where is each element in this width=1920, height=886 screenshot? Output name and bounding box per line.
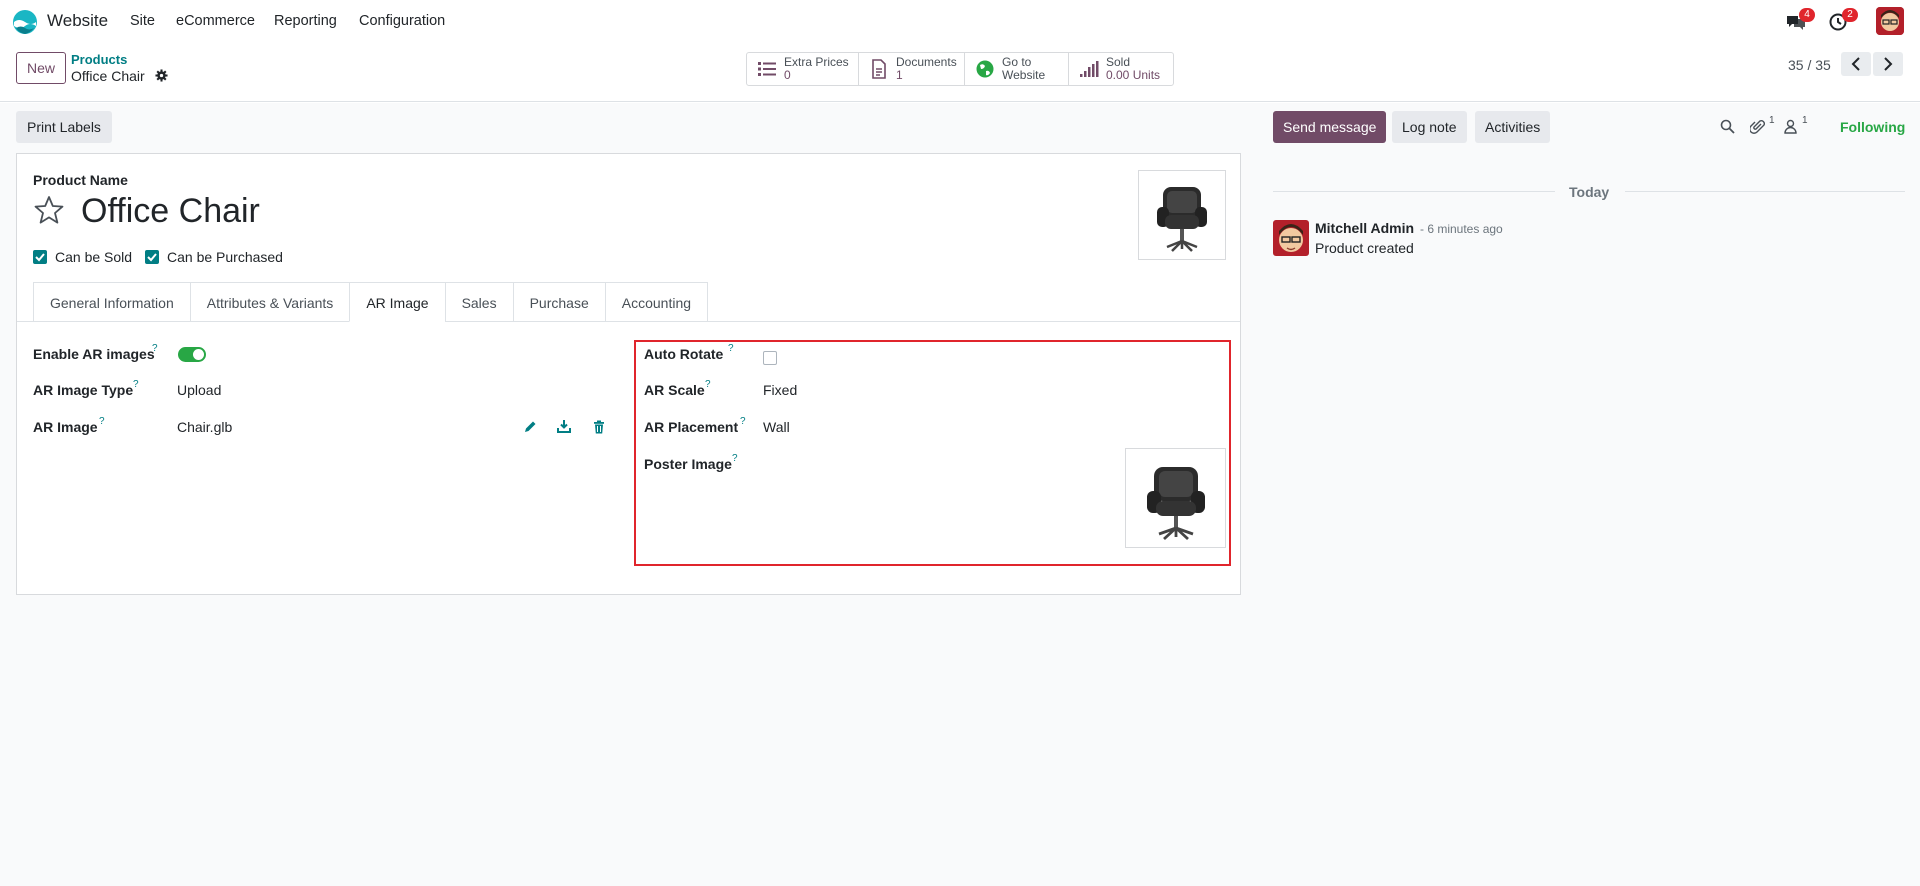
breadcrumb-products[interactable]: Products [71, 52, 127, 67]
tab-ar-image[interactable]: AR Image [349, 282, 446, 322]
log-note-button[interactable]: Log note [1392, 111, 1467, 143]
product-name-value[interactable]: Office Chair [81, 192, 260, 231]
main-area: Print Labels Product Name Office Chair C… [0, 103, 1920, 886]
ar-image-type-value[interactable]: Upload [177, 382, 221, 398]
globe-icon [976, 60, 994, 78]
followers-count: 1 [1802, 115, 1808, 126]
pager-previous-button[interactable] [1841, 52, 1871, 76]
ar-scale-label: AR Scale [644, 382, 705, 398]
smart-button-go-to-website[interactable]: Go to Website [965, 53, 1069, 85]
menu-site[interactable]: Site [130, 13, 155, 29]
follower-icon[interactable] [1783, 119, 1798, 134]
trash-icon[interactable] [592, 420, 606, 434]
help-tooltip-icon[interactable]: ? [99, 416, 105, 427]
menu-ecommerce[interactable]: eCommerce [176, 13, 255, 29]
smart-value: 1 [896, 68, 903, 82]
help-tooltip-icon[interactable]: ? [740, 416, 746, 427]
attachments-count: 1 [1769, 115, 1775, 126]
app-name[interactable]: Website [47, 11, 108, 31]
breadcrumb-current: Office Chair [71, 68, 145, 84]
date-separator: Today [1569, 184, 1610, 200]
author-avatar[interactable] [1273, 220, 1309, 256]
bar-chart-icon [1080, 61, 1099, 77]
menu-reporting[interactable]: Reporting [274, 13, 337, 29]
can-be-sold-label[interactable]: Can be Sold [55, 249, 132, 265]
new-button[interactable]: New [16, 52, 66, 84]
message-author[interactable]: Mitchell Admin [1315, 220, 1414, 236]
website-app-logo-icon[interactable] [12, 9, 38, 35]
check-icon [35, 253, 45, 262]
smart-buttons: Extra Prices 0 Documents 1 Go to Website So… [746, 52, 1174, 86]
message-body: Product created [1315, 240, 1414, 256]
document-icon [872, 59, 886, 79]
auto-rotate-label: Auto Rotate [644, 346, 724, 362]
smart-label: Documents [896, 55, 957, 69]
help-tooltip-icon[interactable]: ? [732, 453, 738, 464]
product-name-label: Product Name [33, 172, 128, 188]
poster-image[interactable] [1125, 448, 1226, 548]
star-icon[interactable] [33, 194, 65, 226]
gear-icon[interactable] [155, 69, 168, 82]
smart-button-extra-prices[interactable]: Extra Prices 0 [747, 53, 859, 85]
ar-placement-label: AR Placement [644, 419, 739, 435]
chevron-right-icon [1884, 57, 1893, 71]
help-tooltip-icon[interactable]: ? [728, 343, 734, 354]
tab-attributes-variants[interactable]: Attributes & Variants [189, 282, 351, 322]
print-labels-button[interactable]: Print Labels [16, 111, 112, 143]
office-chair-image [1157, 187, 1207, 252]
ar-scale-value[interactable]: Fixed [763, 382, 797, 398]
menu-configuration[interactable]: Configuration [359, 13, 445, 29]
notebook-tabs: General Information Attributes & Variant… [33, 282, 709, 322]
help-tooltip-icon[interactable]: ? [705, 379, 711, 390]
control-panel: New Products Office Chair Extra Prices 0 … [0, 42, 1920, 102]
message-time: - 6 minutes ago [1420, 222, 1503, 236]
pager-next-button[interactable] [1873, 52, 1903, 76]
divider [1625, 191, 1905, 192]
ar-placement-value[interactable]: Wall [763, 419, 790, 435]
ar-image-label: AR Image [33, 419, 98, 435]
smart-value: 0.00 Units [1106, 68, 1161, 82]
ar-image-filename[interactable]: Chair.glb [177, 419, 232, 435]
smart-value: Website [1002, 68, 1046, 82]
pager-value[interactable]: 35 / 35 [1788, 57, 1831, 73]
smart-button-sold[interactable]: Sold 0.00 Units [1069, 53, 1173, 85]
form-sheet: Product Name Office Chair Can be Sold Ca… [16, 153, 1241, 595]
following-button[interactable]: Following [1840, 119, 1905, 135]
product-image[interactable] [1138, 170, 1226, 260]
smart-value: 0 [784, 68, 791, 82]
top-navbar: Website Site eCommerce Reporting Configu… [0, 0, 1920, 42]
smart-button-documents[interactable]: Documents 1 [859, 53, 965, 85]
divider [1273, 191, 1555, 192]
help-tooltip-icon[interactable]: ? [152, 343, 158, 354]
paperclip-icon[interactable] [1750, 119, 1765, 134]
tab-sales[interactable]: Sales [444, 282, 514, 322]
tab-accounting[interactable]: Accounting [604, 282, 709, 322]
activities-badge: 2 [1842, 8, 1858, 22]
check-icon [147, 253, 157, 262]
office-chair-image [1147, 467, 1205, 541]
tab-general-information[interactable]: General Information [33, 282, 191, 322]
activities-button[interactable]: Activities [1475, 111, 1551, 143]
send-message-button[interactable]: Send message [1273, 111, 1387, 143]
tab-purchase[interactable]: Purchase [512, 282, 606, 322]
ar-image-type-label: AR Image Type [33, 382, 134, 398]
enable-ar-images-label: Enable AR images [33, 346, 155, 362]
smart-label: Extra Prices [784, 55, 849, 69]
can-be-purchased-label[interactable]: Can be Purchased [167, 249, 283, 265]
enable-ar-images-toggle[interactable] [178, 347, 206, 362]
user-avatar[interactable] [1876, 7, 1904, 35]
list-icon [758, 62, 776, 76]
can-be-sold-checkbox[interactable] [33, 250, 47, 264]
pencil-icon[interactable] [523, 420, 537, 434]
chevron-left-icon [1851, 57, 1860, 71]
messages-badge: 4 [1799, 8, 1815, 22]
can-be-purchased-checkbox[interactable] [145, 250, 159, 264]
poster-image-label: Poster Image [644, 456, 732, 472]
search-icon[interactable] [1720, 119, 1735, 134]
download-icon[interactable] [557, 419, 571, 433]
auto-rotate-checkbox[interactable] [763, 351, 777, 365]
help-tooltip-icon[interactable]: ? [133, 379, 139, 390]
